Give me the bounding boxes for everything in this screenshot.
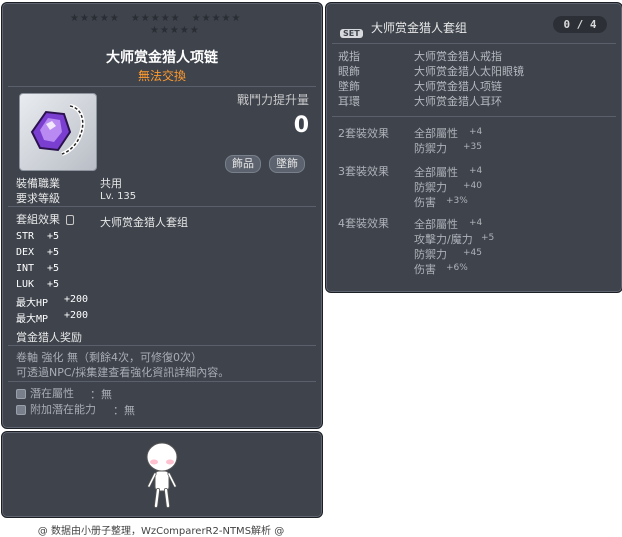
set-effect-key: 防禦力	[414, 248, 447, 261]
set-part-slot: 墜飾	[338, 80, 360, 93]
set-effect-key: 全部屬性	[414, 166, 458, 179]
star-rating-row: ★★★★★	[150, 25, 200, 36]
scroll-info: 卷軸 強化 無（剩餘4次，可修復0次）	[16, 351, 202, 364]
lock-icon	[65, 215, 74, 225]
stat-value: +5	[47, 279, 60, 290]
set-effect-value: +3%	[446, 196, 468, 206]
stat-value: +200	[64, 310, 89, 321]
footer-credit: @ 数据由小册子整理，WzComparerR2-NTMS解析 @	[37, 526, 285, 537]
set-effect-key: 防禦力	[414, 142, 447, 155]
set-effect-key: 伤害	[414, 263, 436, 276]
set-effect-tier: 2套裝效果	[338, 127, 389, 140]
job-label: 裝備職業	[16, 177, 60, 190]
potential-value: ：無	[90, 388, 112, 401]
stat-row: STR	[16, 231, 35, 242]
stat-value: +5	[47, 263, 60, 274]
set-effect-value: +4	[469, 218, 483, 228]
set-effect-value: +5	[481, 233, 495, 243]
potential-row: 潛在屬性	[16, 385, 74, 401]
set-part-name: 大师赏金猎人太阳眼镜	[414, 65, 524, 78]
stat-value: +5	[47, 231, 60, 242]
set-part-name: 大师赏金猎人戒指	[414, 50, 502, 63]
set-effect-tier: 4套裝效果	[338, 217, 389, 230]
potential-icon	[16, 389, 26, 399]
stat-row: INT	[16, 263, 35, 274]
set-part-name: 大师赏金猎人项链	[414, 80, 502, 93]
set-effect-key: 防禦力	[414, 181, 447, 194]
set-part-slot: 戒指	[338, 50, 360, 63]
set-part-slot: 耳環	[338, 95, 360, 108]
character-preview-icon	[146, 442, 178, 508]
stat-row: LUK	[16, 279, 35, 290]
set-effect-tier: 3套裝效果	[338, 165, 389, 178]
item-icon	[19, 93, 97, 171]
set-effect-value: +6%	[446, 263, 468, 273]
bonus-potential-icon	[16, 405, 26, 415]
npc-info: 可透過NPC/採集建查看強化資訊詳細內容。	[16, 366, 230, 379]
bonus-potential-value: ：無	[113, 404, 135, 417]
item-tooltip-panel: ★★★★★ ★★★★★ ★★★★★ ★★★★★ 大师赏金猎人项链 無法交換 戰鬥…	[1, 2, 323, 429]
set-effect-value: +4	[469, 166, 483, 176]
set-effect-value: +4	[469, 127, 483, 137]
necklace-gem-icon	[30, 104, 85, 156]
job-value: 共用	[100, 177, 122, 190]
set-effect-key: 攻擊力/魔力	[414, 233, 473, 246]
set-effect-label-text: 套組效果	[16, 213, 60, 226]
stat-value: +5	[47, 247, 60, 258]
reward-label: 賞金猎人奖励	[16, 331, 82, 344]
set-effect-key: 全部屬性	[414, 127, 458, 140]
power-label: 戰鬥力提升量	[236, 93, 309, 107]
set-effect-value: +40	[463, 181, 482, 191]
tag-pendant: 墜飾	[269, 155, 305, 173]
set-effect-value: +45	[463, 248, 482, 258]
potential-label: 潛在屬性	[30, 387, 74, 400]
set-effect-key: 全部屬性	[414, 218, 458, 231]
trade-status: 無法交換	[137, 69, 186, 83]
set-progress-count: 0 / 4	[553, 16, 607, 33]
star-rating-row: ★★★★★ ★★★★★ ★★★★★	[70, 13, 242, 24]
set-effect-name: 大师赏金猎人套组	[100, 216, 188, 229]
tag-accessory: 飾品	[225, 155, 261, 173]
set-effect-label: 套組效果	[16, 211, 74, 227]
level-value: Lv. 135	[100, 191, 137, 202]
set-title: 大师赏金猎人套组	[371, 21, 468, 35]
set-tooltip-panel: SET 大师赏金猎人套组 戒指 大师赏金猎人戒指 眼飾 大师赏金猎人太阳眼镜 墜…	[325, 2, 622, 293]
set-part-name: 大师赏金猎人耳环	[414, 95, 502, 108]
level-label: 要求等級	[16, 192, 60, 205]
set-badge: SET	[340, 21, 363, 40]
set-part-slot: 眼飾	[338, 65, 360, 78]
stat-row: 最大MP	[16, 314, 49, 325]
bonus-potential-label: 附加潛在能力	[30, 403, 96, 416]
avatar-preview-panel	[1, 431, 323, 518]
bonus-potential-row: 附加潛在能力	[16, 401, 96, 417]
stat-row: 最大HP	[16, 298, 49, 309]
set-effect-value: +35	[463, 142, 482, 152]
stat-value: +200	[64, 294, 89, 305]
set-effect-key: 伤害	[414, 196, 436, 209]
power-value: 0	[293, 113, 309, 138]
item-name: 大师赏金猎人项链	[106, 50, 218, 66]
stat-row: DEX	[16, 247, 35, 258]
